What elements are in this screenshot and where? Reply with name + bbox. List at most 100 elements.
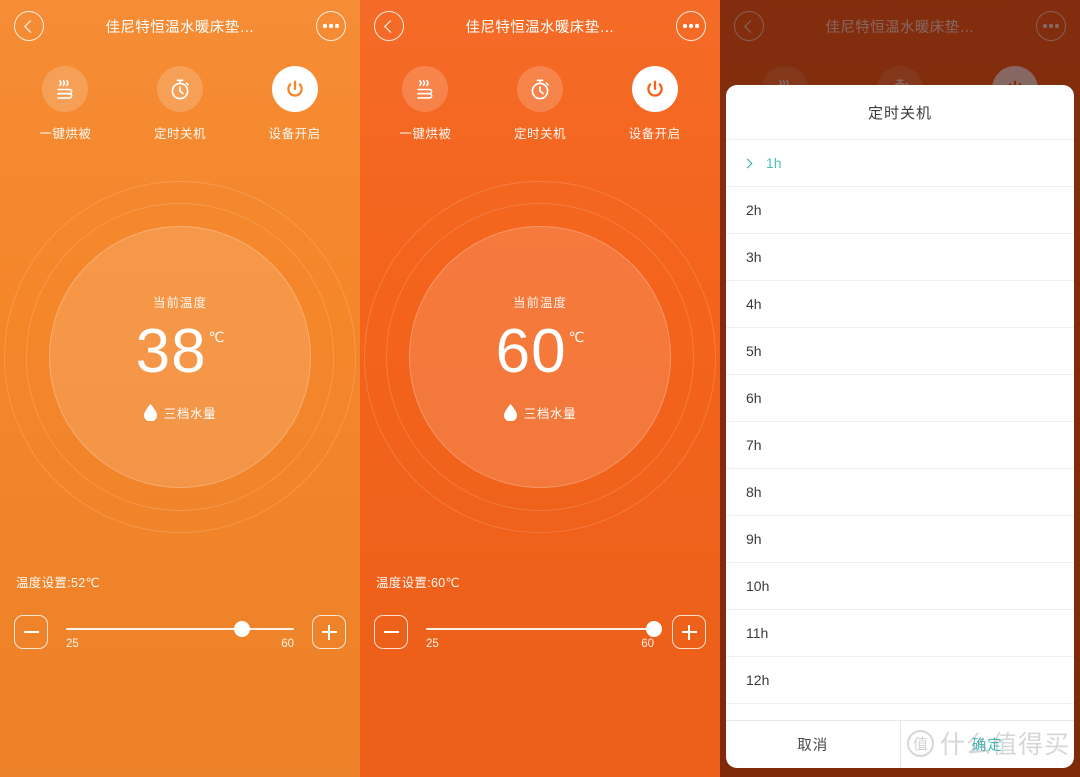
timer-option-5h[interactable]: 5h — [726, 328, 1074, 375]
slider-thumb[interactable] — [646, 621, 662, 637]
action-label: 一键烘被 — [39, 127, 92, 141]
slider-max-label: 60 — [641, 638, 654, 650]
action-dry-bedding[interactable]: 一键烘被 — [15, 66, 115, 142]
slider-thumb[interactable] — [233, 621, 250, 637]
dialog-footer: 取消 确定 — [726, 720, 1074, 768]
panel1-action-row: 一键烘被 定时关机 设备开启 — [0, 52, 360, 142]
temperature-unit: ℃ — [568, 328, 585, 345]
panel1-slider-row: 25 60 — [0, 615, 360, 650]
slider-min-label: 25 — [426, 638, 439, 650]
temperature-value: 60 — [495, 316, 567, 386]
increase-temp-button[interactable] — [312, 615, 346, 649]
page-title: 佳尼特恒温水暖床垫… — [105, 19, 255, 36]
phone-panel-2: 佳尼特恒温水暖床垫… 一键烘被 定时关机 设备开启 当前温度 60 ℃ 三档水量… — [360, 0, 720, 777]
timer-option-label: 8h — [746, 484, 762, 500]
temperature-value: 38 — [135, 316, 207, 386]
timer-option-list: 1h 2h 3h 4h 5h 6h 7h 8h 9h 10h 11h 12h — [726, 140, 1074, 720]
timer-option-9h[interactable]: 9h — [726, 516, 1074, 563]
temperature-readout: 60 ℃ — [495, 316, 585, 386]
timer-stopwatch-icon — [516, 66, 563, 112]
more-button[interactable] — [316, 11, 346, 41]
timer-option-10h[interactable]: 10h — [726, 563, 1074, 610]
minus-icon — [383, 625, 399, 640]
dial-disc: 当前温度 38 ℃ 三档水量 — [49, 226, 311, 488]
timer-option-8h[interactable]: 8h — [726, 469, 1074, 516]
timer-option-label: 3h — [746, 249, 762, 265]
chevron-left-icon — [24, 19, 37, 33]
water-level-row: 三档水量 — [143, 403, 217, 422]
power-icon — [631, 66, 678, 112]
chevron-left-icon — [384, 19, 397, 33]
timer-option-label: 1h — [766, 155, 782, 171]
timer-option-7h[interactable]: 7h — [726, 422, 1074, 469]
increase-temp-button[interactable] — [672, 615, 706, 649]
panel1-temperature-dial: 当前温度 38 ℃ 三档水量 — [0, 142, 360, 572]
timer-option-4h[interactable]: 4h — [726, 281, 1074, 328]
more-dots-icon — [323, 24, 339, 28]
temperature-readout: 38 ℃ — [135, 316, 225, 386]
slider-min-label: 25 — [66, 638, 79, 650]
timer-option-label: 12h — [746, 672, 770, 688]
panel2-action-row: 一键烘被 定时关机 设备开启 — [360, 52, 720, 142]
water-level-row: 三档水量 — [503, 403, 577, 422]
panel2-slider-row: 25 60 — [360, 615, 720, 650]
water-level-label: 三档水量 — [163, 407, 217, 422]
dialog-title: 定时关机 — [726, 85, 1074, 140]
action-timer-off[interactable]: 定时关机 — [490, 66, 590, 142]
panel2-temperature-dial: 当前温度 60 ℃ 三档水量 — [360, 142, 720, 572]
dial-disc: 当前温度 60 ℃ 三档水量 — [409, 226, 671, 488]
minus-icon — [23, 625, 39, 640]
decrease-temp-button[interactable] — [374, 615, 408, 649]
dry-bedding-icon — [402, 66, 449, 112]
timer-option-label: 4h — [746, 296, 762, 312]
temp-setting-text: 温度设置:52℃ — [16, 576, 100, 590]
slider-track — [66, 628, 294, 630]
timer-option-3h[interactable]: 3h — [726, 234, 1074, 281]
temperature-unit: ℃ — [208, 328, 225, 345]
water-level-label: 三档水量 — [523, 407, 577, 422]
decrease-temp-button[interactable] — [14, 615, 48, 649]
dry-bedding-icon — [42, 66, 89, 112]
phone-panel-3: 佳尼特恒温水暖床垫… 一键烘被 — [720, 0, 1080, 777]
timer-option-6h[interactable]: 6h — [726, 375, 1074, 422]
current-temp-label: 当前温度 — [512, 295, 567, 310]
action-label: 设备开启 — [268, 127, 321, 141]
power-icon — [271, 66, 318, 112]
slider-track — [426, 628, 654, 630]
timer-option-label: 2h — [746, 202, 762, 218]
action-dry-bedding[interactable]: 一键烘被 — [375, 66, 475, 142]
temperature-slider[interactable]: 25 60 — [66, 615, 294, 650]
back-button[interactable] — [14, 11, 44, 41]
timer-option-12h[interactable]: 12h — [726, 657, 1074, 704]
current-temp-label: 当前温度 — [152, 295, 207, 310]
timer-option-11h[interactable]: 11h — [726, 610, 1074, 657]
timer-option-2h[interactable]: 2h — [726, 187, 1074, 234]
panel1-topbar: 佳尼特恒温水暖床垫… — [0, 0, 360, 52]
slider-max-label: 60 — [281, 638, 294, 650]
action-label: 一键烘被 — [399, 127, 452, 141]
timer-option-label: 10h — [746, 578, 770, 594]
action-power[interactable]: 设备开启 — [245, 66, 345, 142]
plus-icon — [321, 624, 337, 640]
back-button[interactable] — [374, 11, 404, 41]
timer-stopwatch-icon — [156, 66, 203, 112]
timer-option-label: 6h — [746, 390, 762, 406]
action-timer-off[interactable]: 定时关机 — [130, 66, 230, 142]
confirm-button[interactable]: 确定 — [899, 721, 1075, 768]
water-drop-icon — [143, 404, 157, 422]
water-drop-icon — [503, 404, 517, 422]
timer-option-label: 9h — [746, 531, 762, 547]
timer-dialog: 定时关机 1h 2h 3h 4h 5h 6h 7h 8h 9h 10h 11h 12h 取消 确定 — [726, 85, 1074, 768]
more-button[interactable] — [676, 11, 706, 41]
timer-option-label: 5h — [746, 343, 762, 359]
action-power[interactable]: 设备开启 — [605, 66, 705, 142]
temp-setting-text: 温度设置:60℃ — [376, 576, 460, 590]
action-label: 定时关机 — [513, 127, 566, 141]
temperature-slider[interactable]: 25 60 — [426, 615, 662, 650]
timer-option-1h[interactable]: 1h — [726, 140, 1074, 187]
action-label: 定时关机 — [153, 127, 206, 141]
timer-option-label: 7h — [746, 437, 762, 453]
more-dots-icon — [683, 24, 699, 28]
cancel-button[interactable]: 取消 — [726, 721, 900, 768]
panel2-topbar: 佳尼特恒温水暖床垫… — [360, 0, 720, 52]
